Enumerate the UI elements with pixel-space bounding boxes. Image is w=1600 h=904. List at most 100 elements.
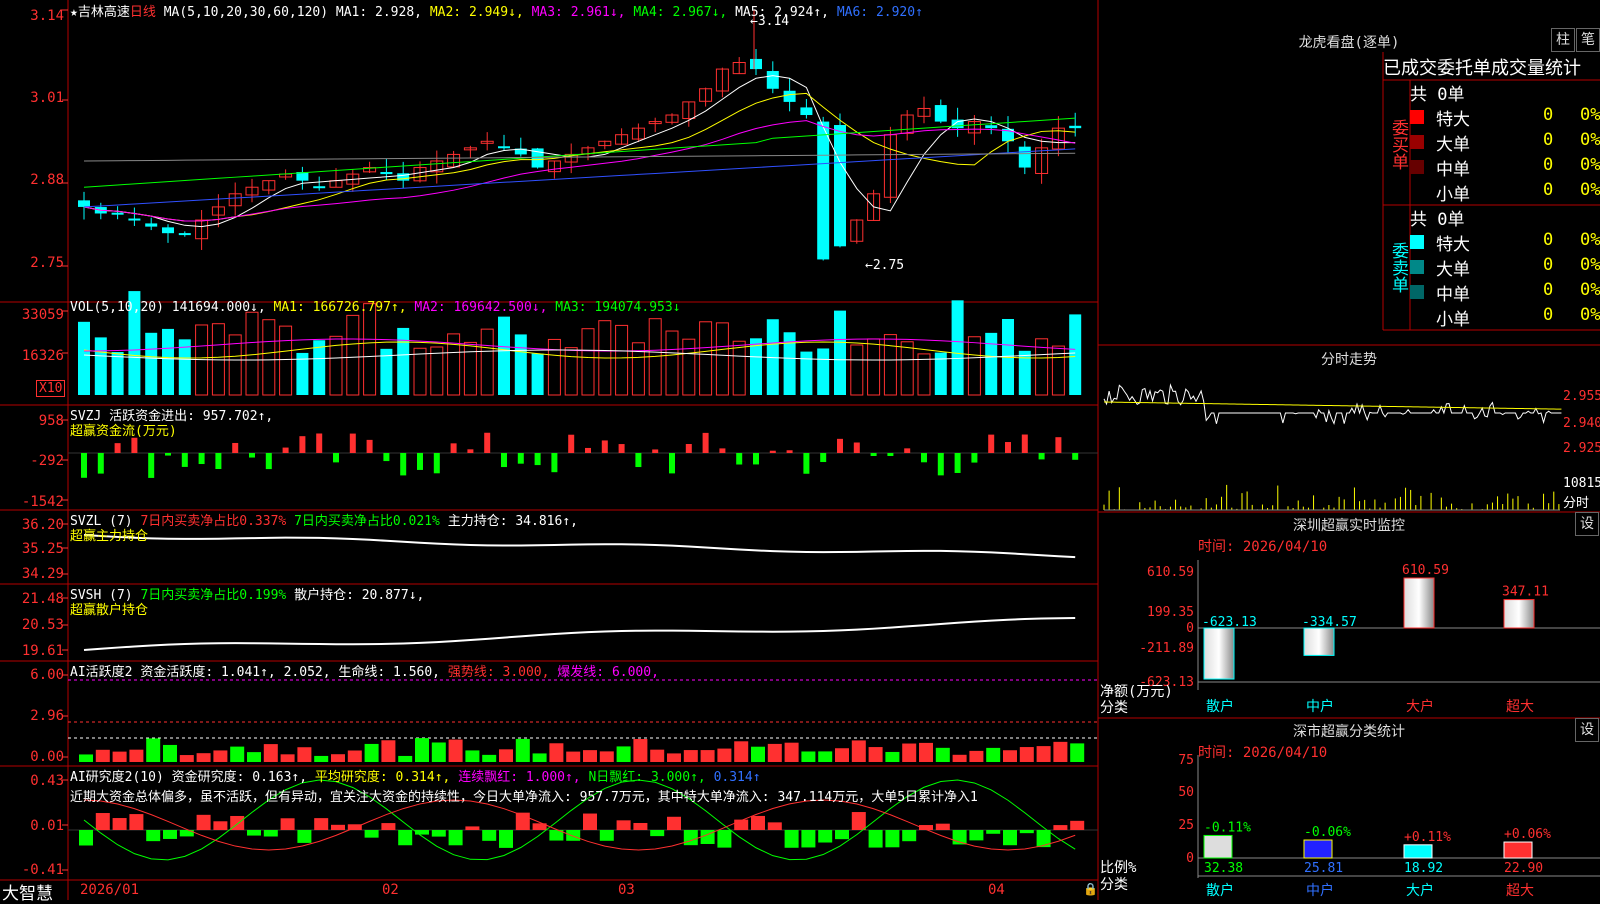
activity-bar [1070,743,1085,762]
tick-mode-button[interactable]: 笔 [1576,28,1600,52]
research-bar [482,830,497,841]
volume-bar [732,340,746,396]
flow-bar [1055,437,1062,453]
research-bar [381,823,396,830]
candle-down [178,233,191,236]
vol-ma2: MA2: 169642.500↓, [414,300,548,315]
sz-class-value-label: 32.38 [1204,861,1243,876]
flow-bar [232,442,239,453]
research-bar [297,830,312,843]
activity-bar [767,743,782,762]
tab-volume-stats[interactable]: 成交量统计 [1491,58,1581,79]
order-size-label: 中单 [1436,285,1470,305]
order-count: 0 [1543,280,1554,300]
ma-params: MA(5,10,20,30,60,120) [163,5,329,20]
flow-bar [820,453,827,463]
research-bar [1019,830,1034,834]
flow-bar [131,437,138,453]
price-tick: 3.14 [30,8,64,24]
volume-bar [498,316,510,395]
ma1-value: MA1: 2.928, [335,5,422,20]
activity-bar [196,753,211,762]
volume-unit: X10 [36,380,66,397]
candle-down [313,186,326,189]
period-label[interactable]: 日线 [130,5,156,20]
svsh-line [83,617,1076,651]
volume-bar [162,328,174,395]
volume-bar [313,340,326,395]
ai-active-name: AI活跃度2 [70,665,133,680]
research-bar [314,818,329,830]
research-bar [902,830,917,842]
sz-monitor-value-label: -623.13 [1202,615,1257,630]
ai-active-tick: 0.00 [30,749,64,765]
flow-bar [887,453,894,457]
sz-monitor-bar [1303,627,1335,656]
intraday-price-line [1103,383,1562,426]
order-size-label: 特大 [1436,235,1470,255]
sz-class-change-label: +0.06% [1504,827,1551,842]
ai-research-header: AI研究度2(10) 资金研究度: 0.163↑, 平均研究度: 0.314↑,… [70,766,761,785]
activity-bar [112,751,127,762]
svzl-subtitle: 超赢主力持仓 [70,529,149,544]
tab-filled-orders[interactable]: 已成交委托单 [1383,58,1491,79]
volume-bar [665,330,679,396]
sz-class-value-label: 25.81 [1304,861,1343,876]
sz-class-xlabel: 分类 [1100,877,1128,893]
activity-bar [1053,741,1068,762]
activity-bar [969,750,984,762]
sz-class-bar [1203,834,1233,859]
research-bar [835,830,849,840]
research-bar [1036,830,1051,848]
brand-label: 大智慧 [2,884,53,904]
activity-bar [1036,746,1051,762]
bar-mode-button[interactable]: 柱 [1551,28,1575,52]
volume-bar [834,310,846,395]
star-icon: ★ [70,5,78,20]
candle-down [766,71,779,89]
sz-class-bar [1403,844,1433,859]
sz-monitor-settings-button[interactable]: 设 [1575,512,1599,536]
volume-bar [111,351,124,395]
volume-bar [94,337,107,395]
flow-bar [568,434,575,453]
volume-bar [750,338,762,395]
sz-monitor-value-label: -334.57 [1302,615,1357,630]
flow-bar [1021,434,1028,453]
research-bar [566,830,581,841]
flow-bar [467,449,474,453]
intraday-unit: 分时 [1563,496,1590,511]
flow-bar [165,453,171,456]
flow-bar [551,453,558,473]
volume-bar [800,351,813,395]
research-bar [818,830,833,843]
sz-monitor-ytick: 610.59 [1147,565,1194,580]
lock-icon[interactable]: 🔒 [1083,882,1098,896]
activity-bar [902,743,917,762]
order-size-label: 小单 [1436,310,1470,330]
ai-research-b: 平均研究度: 0.314↑, [314,770,451,785]
order-percent: 0% [1580,105,1600,125]
volume-bar [531,353,544,395]
sz-class-value-label: 18.92 [1404,861,1443,876]
sz-class-value-label: 22.90 [1504,861,1543,876]
stock-name[interactable]: 吉林高速 [78,5,130,20]
research-bar [465,826,480,830]
color-swatch [1410,235,1424,249]
activity-bar [868,747,883,762]
price-tick: 2.88 [30,172,64,188]
order-size-label: 小单 [1436,185,1470,205]
ai-active-e: 爆发线: 6.000, [557,665,659,680]
ma6-value: MA6: 2.920↑ [836,5,923,20]
ai-active-c: 生命线: 1.560, [338,665,441,680]
flow-bar [249,453,255,458]
price-tick: 3.01 [30,90,64,106]
flow-bar [282,447,289,453]
flow-bar [803,453,810,474]
research-bar [683,830,698,846]
vol-value: 141694.000↓, [171,300,266,315]
activity-bar [515,738,530,762]
svzl-tick: 36.20 [21,517,64,533]
sz-class-settings-button[interactable]: 设 [1575,718,1599,742]
date-axis-label: 2026/01 [80,882,140,898]
